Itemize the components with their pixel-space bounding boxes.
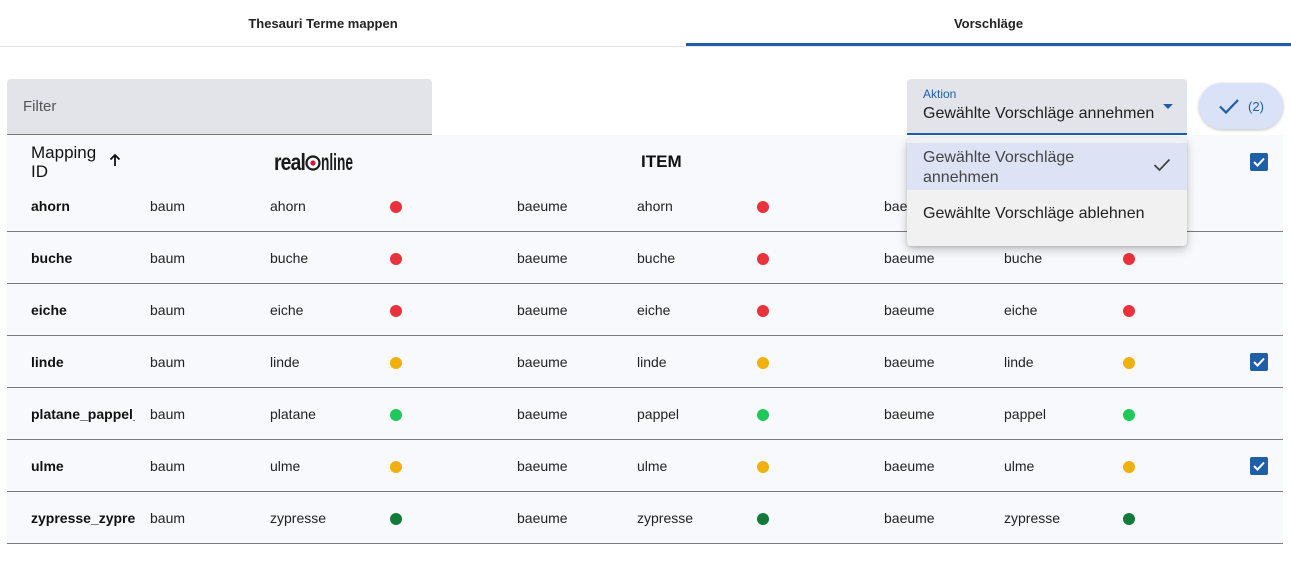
item-broader-cell: baeume [517, 302, 568, 318]
table-row[interactable]: eiche baum eiche baeume eiche baeume eiche [7, 284, 1283, 336]
mapping-id-cell: platane_pappel_ [31, 406, 135, 422]
item-broader-cell: baeume [517, 406, 568, 422]
item-term-cell: zypresse [637, 510, 694, 526]
option-annehmen-label: Gewählte Vorschläge annehmen [923, 149, 1075, 186]
item-broader-cell: baeume [517, 250, 568, 266]
status-dot-icon [390, 305, 402, 317]
mapping-id-cell: buche [31, 250, 73, 266]
realonline-term-cell: linde [270, 354, 300, 370]
realonline-broader-cell: baum [150, 250, 186, 266]
realonline-logo: real nline realonline [274, 149, 354, 177]
realonline-term-cell: ulme [270, 458, 301, 474]
aktion-selected-value: Gewählte Vorschläge annehmen [923, 105, 1155, 122]
suggestion-broader-cell: baeume [884, 510, 935, 526]
table-row[interactable]: zypresse_zypres baum zypresse baeume zypress… [7, 492, 1283, 544]
status-dot-icon [1123, 253, 1135, 265]
item-broader-cell: baeume [517, 198, 568, 214]
sort-ascending-icon[interactable] [108, 153, 122, 172]
dropdown-arrow-icon [1163, 104, 1173, 109]
item-term-cell: ahorn [637, 198, 673, 214]
select-all-checkbox[interactable] [1250, 153, 1268, 171]
item-broader-cell: baeume [517, 458, 568, 474]
suggestion-broader-cell: baeume [884, 354, 935, 370]
option-ablehnen[interactable]: Gewählte Vorschläge ablehnen [907, 190, 1187, 238]
realonline-term-cell: eiche [270, 302, 304, 318]
svg-text:real: real [274, 149, 305, 175]
suggestion-term-cell: eiche [1004, 302, 1038, 318]
apply-action-button[interactable]: (2) [1199, 83, 1283, 129]
status-dot-icon [390, 409, 402, 421]
realonline-broader-cell: baum [150, 458, 186, 474]
mapping-id-cell: zypresse_zypres [31, 510, 135, 526]
status-dot-icon [757, 305, 769, 317]
item-broader-cell: baeume [517, 354, 568, 370]
mapping-id-cell: eiche [31, 302, 67, 318]
suggestion-term-cell: pappel [1004, 406, 1047, 422]
suggestion-broader-cell: baeume [884, 458, 935, 474]
table-row[interactable]: platane_pappel_ baum platane baeume pappel ba… [7, 388, 1283, 440]
mapping-id-cell: linde [31, 354, 64, 370]
status-dot-icon [757, 357, 769, 369]
item-term-cell: pappel [637, 406, 680, 422]
option-annehmen[interactable]: Gewählte Vorschläge annehmen [907, 143, 1187, 190]
realonline-broader-cell: baum [150, 510, 186, 526]
suggestion-broader-cell: baeume [884, 302, 935, 318]
suggestion-term-cell: linde [1004, 354, 1034, 370]
status-dot-icon [390, 357, 402, 369]
status-dot-icon [1123, 357, 1135, 369]
realonline-broader-cell: baum [150, 198, 186, 214]
item-broader-cell: baeume [517, 510, 568, 526]
filter-field [7, 79, 432, 135]
realonline-broader-cell: baum [150, 302, 186, 318]
status-dot-icon [390, 461, 402, 473]
realonline-term-cell: zypresse [270, 510, 327, 526]
mapping-id-cell: ulme [31, 458, 64, 474]
selected-count: (2) [1248, 98, 1264, 114]
status-dot-icon [390, 253, 402, 265]
row-checkbox[interactable] [1250, 353, 1268, 371]
status-dot-icon [1123, 305, 1135, 317]
status-dot-icon [757, 201, 769, 213]
column-header-mapping-id[interactable]: Mapping ID [31, 143, 111, 181]
suggestion-broader-cell: baeume [884, 406, 935, 422]
mapping-id-cell: ahorn [31, 198, 70, 214]
option-ablehnen-label: Gewählte Vorschläge ablehnen [923, 205, 1145, 222]
aktion-select[interactable]: Aktion Gewählte Vorschläge annehmen [907, 79, 1187, 135]
svg-text:nline: nline [321, 149, 353, 175]
realonline-term-cell: ahorn [270, 198, 306, 214]
item-term-cell: eiche [637, 302, 671, 318]
realonline-term-cell: buche [270, 250, 309, 266]
realonline-term-cell: platane [270, 406, 316, 422]
active-tab-indicator [686, 43, 1291, 46]
status-dot-icon [1123, 409, 1135, 421]
realonline-broader-cell: baum [150, 406, 186, 422]
selected-check-icon [1153, 158, 1171, 177]
check-icon [1218, 97, 1240, 115]
suggestion-term-cell: zypresse [1004, 510, 1061, 526]
aktion-label: Aktion [923, 87, 957, 101]
status-dot-icon [757, 461, 769, 473]
tab-thesauri-terme-mappen[interactable]: Thesauri Terme mappen [0, 0, 646, 46]
status-dot-icon [390, 513, 402, 525]
table-row[interactable]: linde baum linde baeume linde baeume linde [7, 336, 1283, 388]
row-checkbox[interactable] [1250, 457, 1268, 475]
status-dot-icon [390, 201, 402, 213]
status-dot-icon [757, 253, 769, 265]
status-dot-icon [757, 513, 769, 525]
item-term-cell: linde [637, 354, 667, 370]
realonline-broader-cell: baum [150, 354, 186, 370]
filter-input[interactable] [7, 79, 432, 134]
item-term-cell: buche [637, 250, 676, 266]
aktion-options-panel: Gewählte Vorschläge annehmen Gewählte Vo… [907, 138, 1187, 246]
status-dot-icon [757, 409, 769, 421]
status-dot-icon [1123, 513, 1135, 525]
tab-vorschlaege[interactable]: Vorschläge [686, 0, 1291, 46]
table-row[interactable]: ulme baum ulme baeume ulme baeume ulme [7, 440, 1283, 492]
status-dot-icon [1123, 461, 1135, 473]
column-header-item: ITEM [641, 152, 682, 171]
tab-bar: Thesauri Terme mappen Vorschläge [0, 0, 1291, 47]
suggestion-term-cell: ulme [1004, 458, 1035, 474]
item-term-cell: ulme [637, 458, 668, 474]
